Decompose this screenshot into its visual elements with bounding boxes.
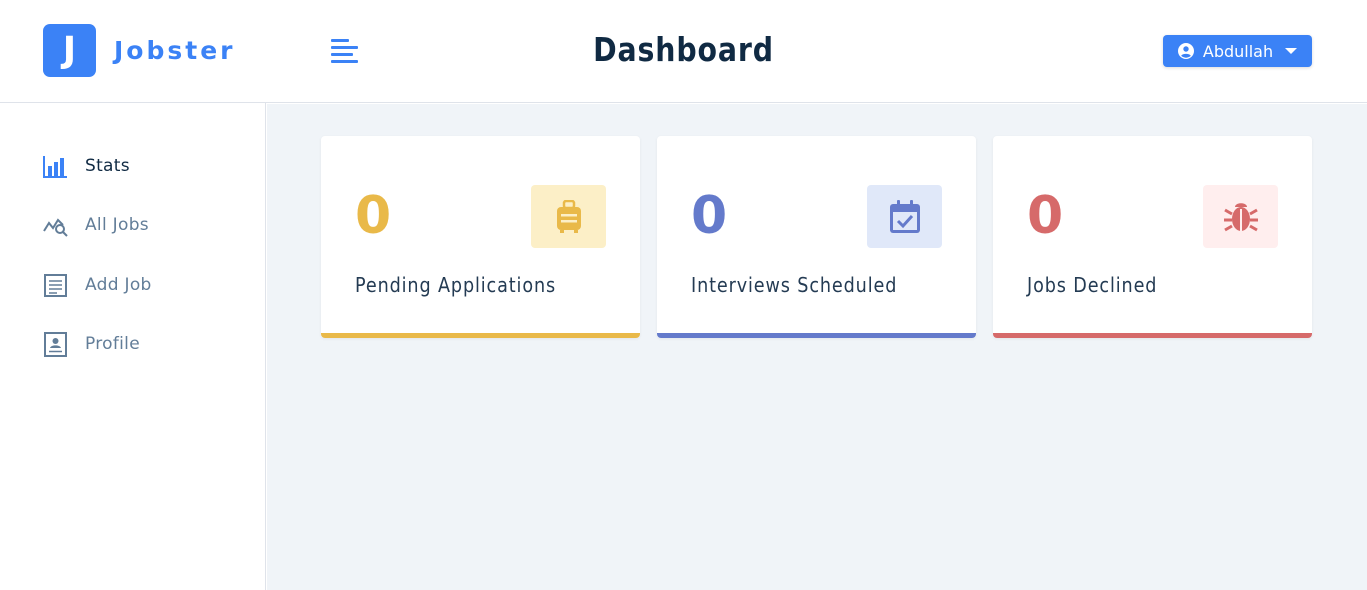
bar-chart-icon	[43, 154, 68, 179]
stat-accent-bar	[993, 333, 1312, 338]
stat-accent-bar	[321, 333, 640, 338]
chevron-down-icon	[1285, 48, 1298, 54]
sidebar-item-add-job[interactable]: Add Job	[43, 270, 152, 300]
sidebar-item-label: Add Job	[85, 275, 152, 295]
user-name: Abdullah	[1202, 41, 1274, 61]
stat-accent-bar	[657, 333, 976, 338]
page-title: Dashboard	[593, 30, 774, 69]
calendar-check-icon	[867, 185, 942, 248]
stat-card-pending: 0 Pending Applications	[321, 136, 640, 338]
stat-label: Jobs Declined	[1027, 273, 1158, 297]
stat-label: Pending Applications	[355, 273, 557, 297]
main-content: 0 Pending Applications 0 Interviews Sche…	[267, 104, 1367, 590]
sidebar-item-label: All Jobs	[85, 215, 149, 235]
logo-mark: J	[43, 24, 96, 77]
stat-count: 0	[355, 186, 392, 246]
sidebar-item-label: Profile	[85, 334, 140, 354]
user-circle-icon	[1177, 43, 1194, 59]
bug-icon	[1203, 185, 1278, 248]
stat-card-interviews: 0 Interviews Scheduled	[657, 136, 976, 338]
user-menu-button[interactable]: Abdullah	[1163, 35, 1312, 67]
suitcase-icon	[531, 185, 606, 248]
sidebar: Stats All Jobs Add Job Profile	[0, 103, 266, 590]
app: J Jobster Dashboard Abdullah Stats All J…	[0, 0, 1367, 590]
sidebar-item-profile[interactable]: Profile	[43, 329, 140, 359]
stat-label: Interviews Scheduled	[691, 273, 898, 297]
sidebar-item-all-jobs[interactable]: All Jobs	[43, 210, 149, 240]
stat-count: 0	[1027, 186, 1064, 246]
stat-card-declined: 0 Jobs Declined	[993, 136, 1312, 338]
form-icon	[43, 273, 68, 298]
search-chart-icon	[43, 213, 68, 238]
sidebar-item-label: Stats	[85, 156, 130, 176]
sidebar-item-stats[interactable]: Stats	[43, 151, 130, 181]
stat-count: 0	[691, 186, 728, 246]
top-bar: J Jobster Dashboard Abdullah	[0, 0, 1367, 103]
profile-card-icon	[43, 331, 68, 357]
